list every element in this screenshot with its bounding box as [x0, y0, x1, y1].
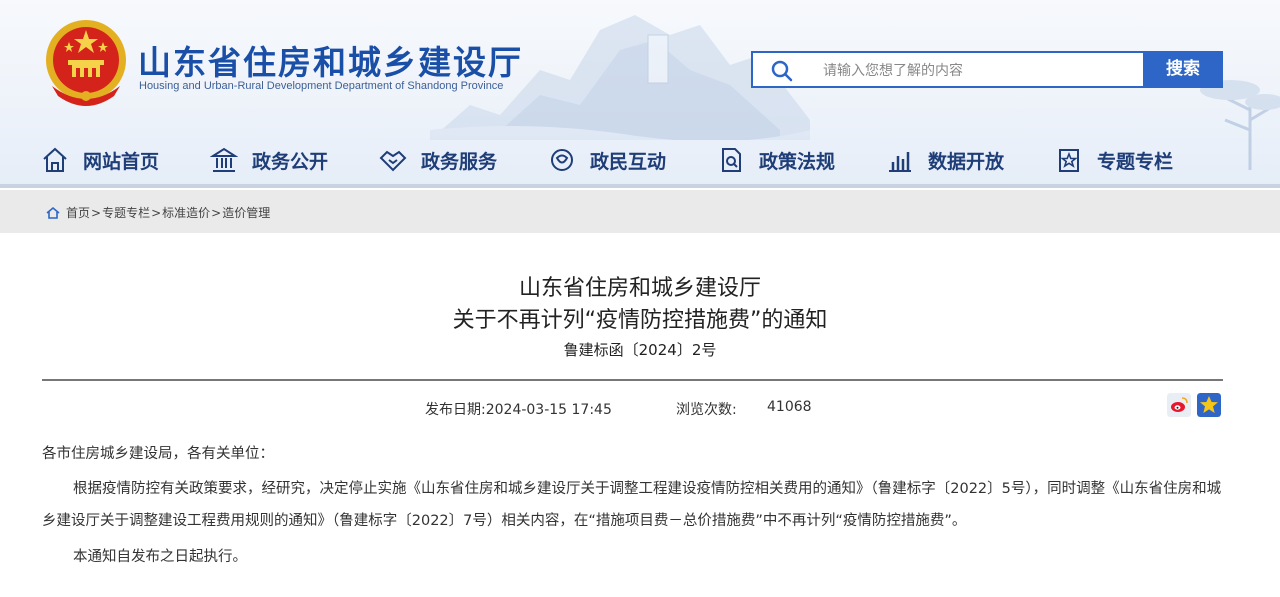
nav-item-gov-affairs[interactable]: 政务公开	[210, 142, 328, 178]
star-badge-icon	[1059, 149, 1079, 172]
article-title-line1: 山东省住房和城乡建设厅	[518, 276, 761, 301]
national-emblem-icon	[46, 20, 126, 106]
breadcrumb: 首页 > 专题专栏 > 标准造价 > 造价管理	[46, 204, 270, 221]
breadcrumb-special-topics[interactable]: 专题专栏	[102, 204, 150, 221]
title-divider	[42, 379, 1223, 381]
weibo-icon[interactable]	[1167, 393, 1191, 417]
nav-label: 政民互动	[590, 150, 667, 173]
breadcrumb-standard-cost[interactable]: 标准造价	[162, 204, 210, 221]
breadcrumb-separator: >	[211, 205, 222, 220]
breadcrumb-separator: >	[91, 205, 102, 220]
document-icon	[722, 148, 741, 172]
nav-underline	[0, 184, 1280, 188]
site-title[interactable]: 山东省住房和城乡建设厅	[138, 36, 523, 84]
views-label: 浏览次数:	[676, 402, 737, 418]
site-header: 山东省住房和城乡建设厅 Housing and Urban-Rural Deve…	[0, 0, 1280, 188]
nav-label: 政务公开	[252, 150, 329, 173]
nav-item-special-topics[interactable]: 专题专栏	[1055, 142, 1173, 178]
nav-label: 网站首页	[83, 150, 160, 173]
handshake-icon	[379, 150, 407, 172]
body-paragraph-1: 根据疫情防控有关政策要求，经研究，决定停止实施《山东省住房和城乡建设厅关于调整工…	[42, 481, 1222, 529]
nav-item-home[interactable]: 网站首页	[41, 142, 159, 178]
home-icon	[43, 147, 67, 172]
nav-item-gov-services[interactable]: 政务服务	[379, 142, 497, 178]
interaction-icon	[551, 149, 573, 171]
nav-item-data[interactable]: 数据开放	[886, 142, 1004, 178]
document-number: 鲁建标函〔2024〕2号	[563, 341, 717, 359]
views-count: 41068	[767, 399, 812, 415]
main-nav: 网站首页 政务公开 政务服务 政民互动 政策法规 数据开放 专题专栏	[0, 142, 1280, 182]
favorite-star-icon[interactable]	[1197, 393, 1221, 417]
search-box	[751, 51, 1143, 88]
breadcrumb-home[interactable]: 首页	[66, 204, 90, 221]
article-title-line2: 关于不再计列“疫情防控措施费”的通知	[452, 308, 828, 333]
search-input[interactable]	[821, 53, 1125, 88]
nav-item-interaction[interactable]: 政民互动	[548, 142, 666, 178]
home-icon	[46, 206, 60, 219]
body-paragraph-2: 本通知自发布之日起执行。	[73, 549, 247, 565]
nav-label: 政务服务	[421, 150, 498, 173]
salutation: 各市住房城乡建设局，各有关单位：	[42, 446, 274, 462]
site-subtitle: Housing and Urban-Rural Development Depa…	[139, 80, 504, 92]
building-icon	[210, 147, 238, 172]
nav-item-policy[interactable]: 政策法规	[717, 142, 835, 178]
bar-chart-icon	[889, 152, 911, 172]
breadcrumb-separator: >	[151, 205, 162, 220]
nav-label: 专题专栏	[1097, 150, 1174, 173]
nav-label: 政策法规	[759, 150, 836, 173]
search-button[interactable]: 搜索	[1143, 51, 1223, 88]
publish-date: 发布日期:2024-03-15 17:45	[425, 402, 612, 418]
nav-label: 数据开放	[928, 150, 1005, 173]
breadcrumb-cost-management[interactable]: 造价管理	[222, 204, 270, 221]
search-icon[interactable]	[771, 60, 793, 82]
breadcrumb-bar: 首页 > 专题专栏 > 标准造价 > 造价管理	[0, 190, 1280, 233]
